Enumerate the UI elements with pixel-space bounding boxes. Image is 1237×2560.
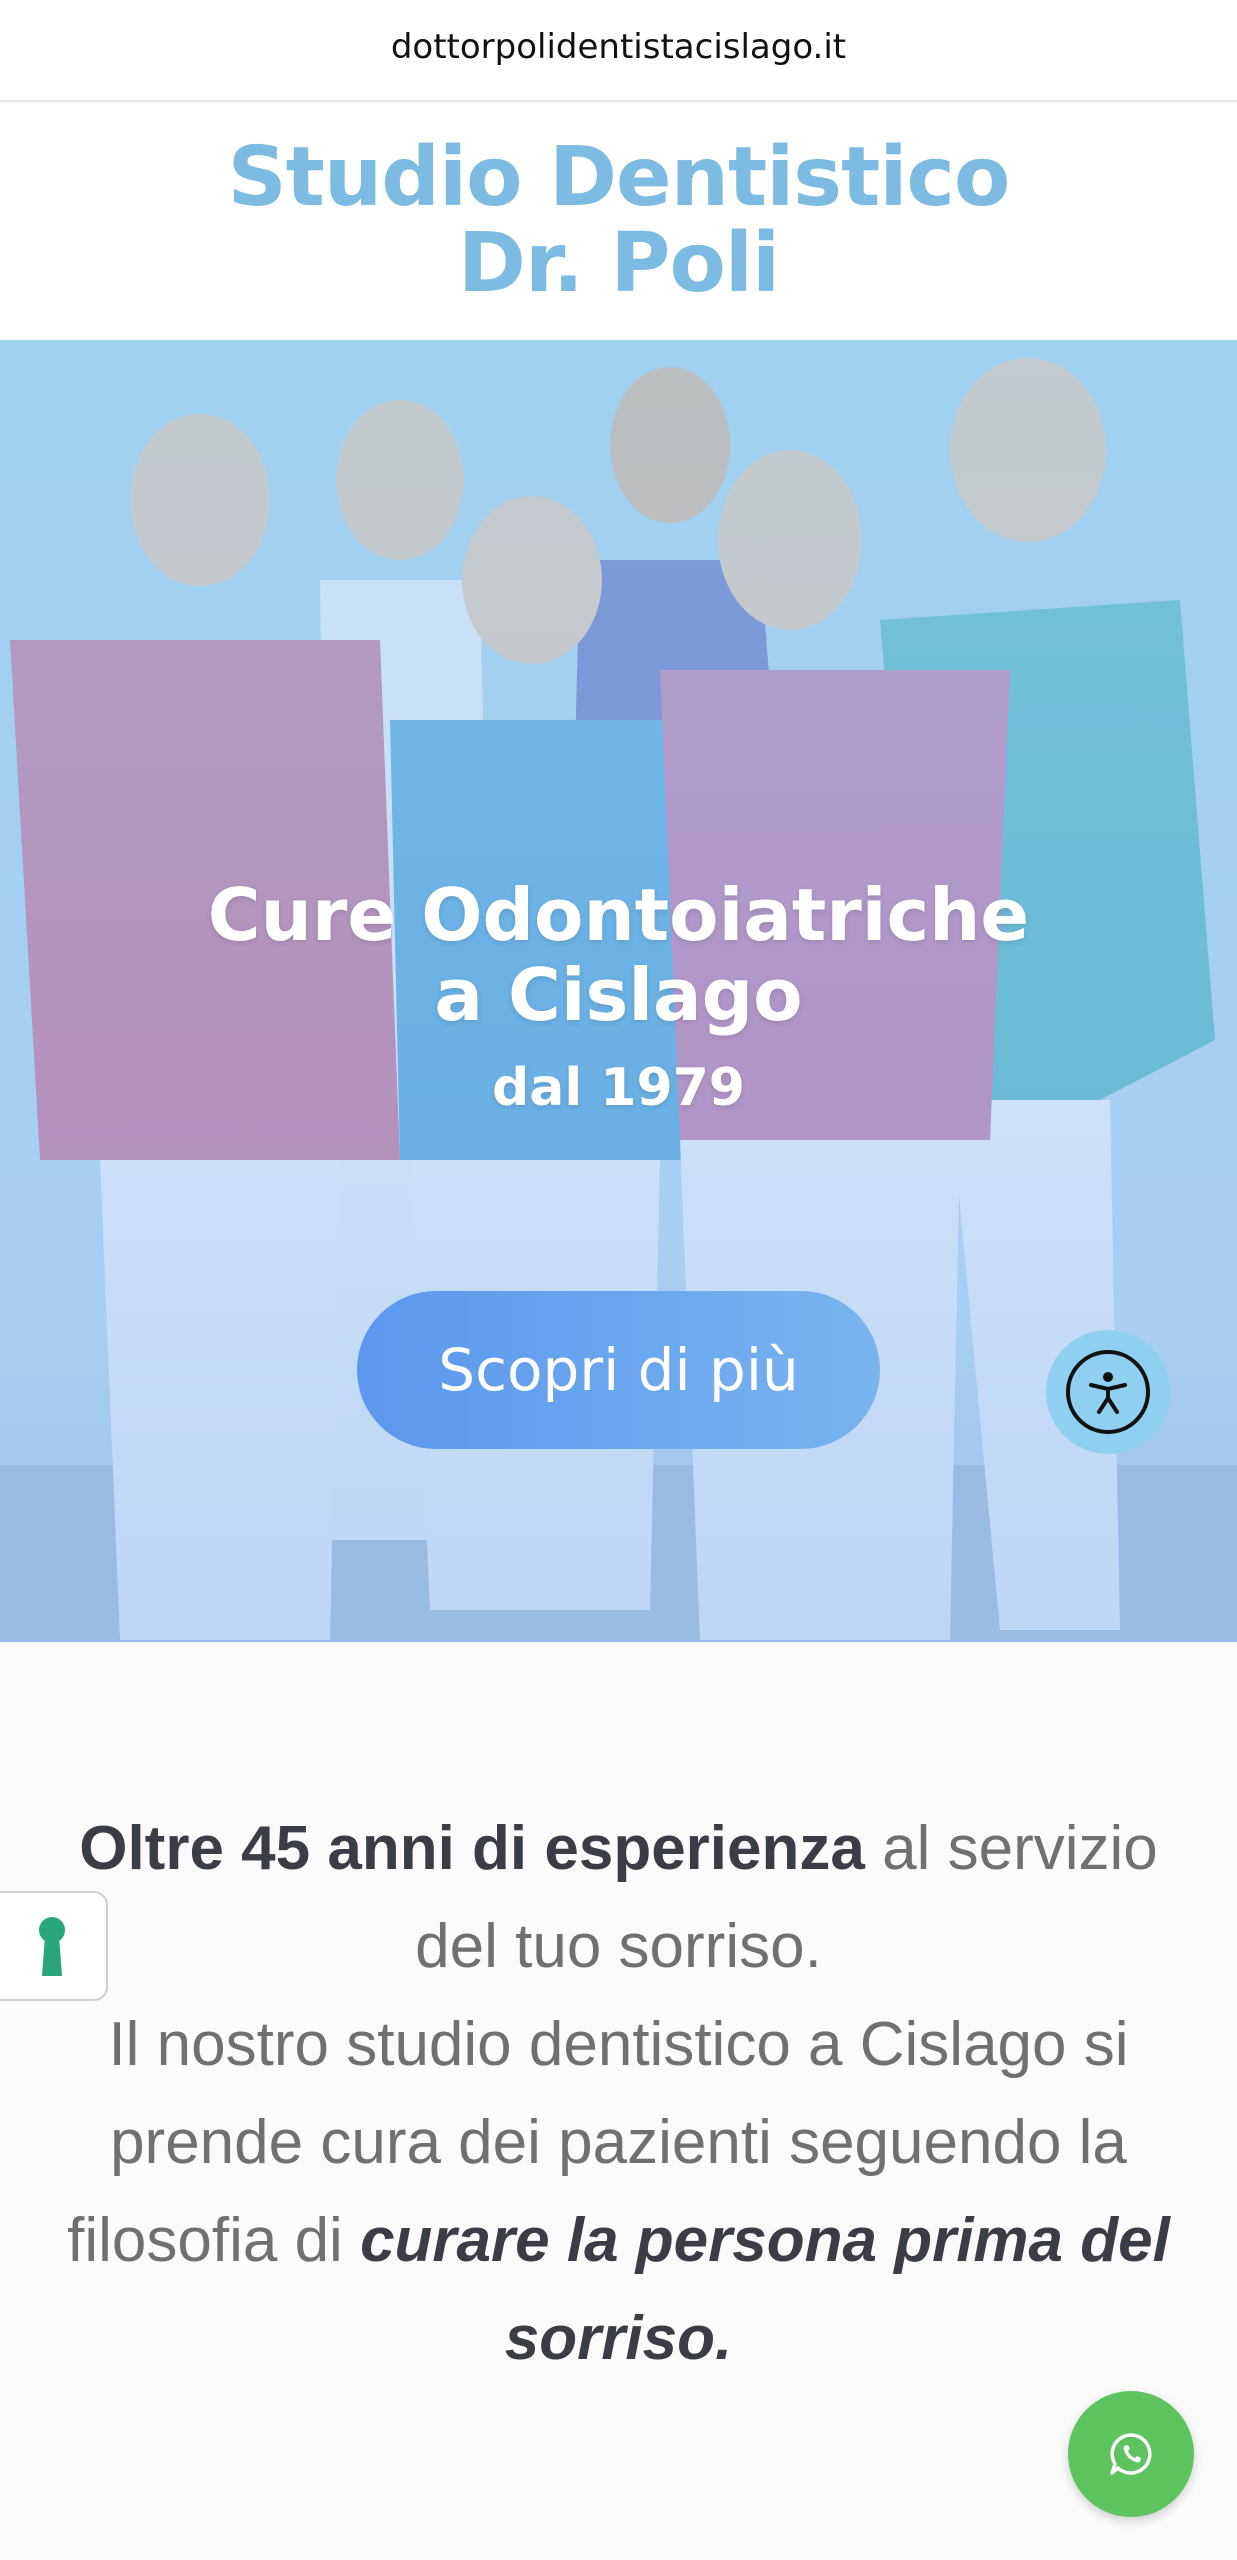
site-title[interactable]: Studio Dentistico Dr. Poli xyxy=(228,135,1011,307)
site-title-line1: Studio Dentistico xyxy=(227,130,1011,225)
intro-paragraph: Oltre 45 anni di esperienza al servizio … xyxy=(60,1800,1177,2388)
accessibility-icon xyxy=(1066,1350,1150,1434)
accessibility-button[interactable] xyxy=(1046,1330,1170,1454)
hero-headline-line1: Cure Odontoiatriche xyxy=(207,873,1030,957)
hero-headline-line2: a Cislago xyxy=(434,953,803,1037)
url-text[interactable]: dottorpolidentistacislago.it xyxy=(391,27,846,67)
intro-philosophy: curare la persona prima del sorriso xyxy=(360,2206,1170,2373)
browser-url-bar[interactable]: dottorpolidentistacislago.it xyxy=(0,0,1237,102)
hero-section: Cure Odontoiatriche a Cislago dal 1979 S… xyxy=(0,340,1237,1642)
site-title-line2: Dr. Poli xyxy=(457,216,780,311)
intro-highlight: Oltre 45 anni di esperienza xyxy=(79,1814,865,1883)
hero-subheadline: dal 1979 xyxy=(492,1058,745,1118)
intro-end: . xyxy=(714,2304,733,2373)
hero-headline: Cure Odontoiatriche a Cislago xyxy=(0,875,1237,1035)
whatsapp-icon xyxy=(1110,2433,1152,2475)
site-header: Studio Dentistico Dr. Poli xyxy=(0,102,1237,340)
whatsapp-button[interactable] xyxy=(1068,2391,1194,2517)
discover-more-button[interactable]: Scopri di più xyxy=(357,1291,880,1449)
